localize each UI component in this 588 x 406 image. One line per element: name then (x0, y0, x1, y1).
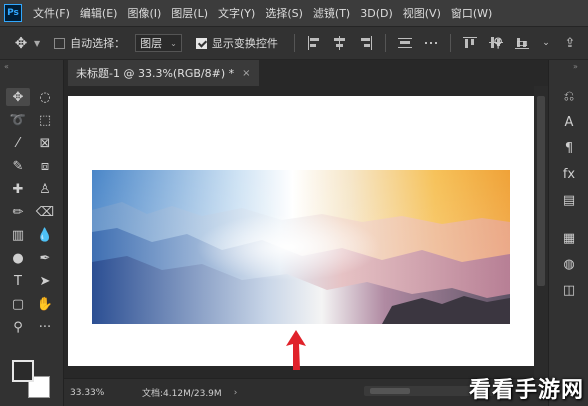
align-top-edges-icon[interactable] (462, 35, 478, 51)
watermark-text: 看看手游网 (468, 378, 584, 403)
show-transform-label: 显示变换控件 (211, 37, 278, 50)
swatches-panel-icon[interactable]: ▦ (558, 228, 580, 248)
hand-tool-icon[interactable]: ✋ (33, 295, 57, 313)
path-select-tool-icon[interactable]: ➤ (33, 272, 57, 290)
properties-panel-icon[interactable]: ▤ (558, 190, 580, 210)
panel-dock: » ⎌ A ¶ fx ▤ ▦ ◍ ◫ (548, 60, 588, 406)
menu-3d[interactable]: 3D(D) (355, 7, 398, 20)
shape-tool-icon[interactable]: ▢ (6, 295, 30, 313)
scrollbar-thumb[interactable] (370, 388, 410, 394)
auto-select-checkbox[interactable] (54, 37, 66, 49)
divider (449, 34, 451, 52)
distribute-icon[interactable] (397, 35, 413, 51)
marquee-tool-icon[interactable]: ◌ (33, 88, 57, 106)
color-panel-icon[interactable]: ◍ (558, 254, 580, 274)
menu-file[interactable]: 文件(F) (28, 5, 75, 21)
auto-select-value: 图层 (140, 37, 163, 50)
divider (293, 34, 295, 52)
align-right-edges-icon[interactable] (358, 35, 374, 51)
color-swatches (12, 360, 52, 400)
move-tool-icon[interactable]: ✥ (6, 88, 30, 106)
scrollbar-thumb[interactable] (537, 96, 545, 286)
tools-panel: « ✥ ◌ ➰ ⬚ ⁄ ⊠ ✎ ⧈ ✚ ♙ ✏ ⌫ ▥ 💧 ● ✒ T ➤ ▢ ✋ ⚲ ··· (0, 60, 64, 406)
search-icon[interactable]: ⚲ (488, 33, 508, 53)
brush-tool-icon[interactable]: ✏ (6, 203, 30, 221)
pen-tool-icon[interactable]: ✒ (33, 249, 57, 267)
eyedropper-tool-icon[interactable]: ✎ (6, 157, 30, 175)
gradient-tool-icon[interactable]: ▥ (6, 226, 30, 244)
divider (384, 34, 386, 52)
magic-wand-tool-icon[interactable]: ⁄ (6, 134, 30, 152)
menu-layer[interactable]: 图层(L) (166, 5, 213, 21)
document-canvas[interactable] (68, 96, 534, 370)
document-tab[interactable]: 未标题-1 @ 33.3%(RGB/8#) * × (68, 60, 259, 86)
menu-edit[interactable]: 编辑(E) (75, 5, 123, 21)
show-transform-checkbox[interactable] (195, 37, 207, 49)
blur-tool-icon[interactable]: 💧 (33, 226, 57, 244)
panel-icons: ⎌ A ¶ fx ▤ ▦ ◍ ◫ (549, 86, 588, 306)
chevron-down-icon[interactable]: ⌄ (536, 33, 556, 53)
stamp-tool-icon[interactable]: ♙ (33, 180, 57, 198)
align-left-edges-icon[interactable] (306, 35, 322, 51)
menu-view[interactable]: 视图(V) (398, 5, 446, 21)
styles-panel-icon[interactable]: fx (558, 164, 580, 184)
align-horizontal-centers-icon[interactable] (332, 35, 348, 51)
workspace-icon[interactable]: ▭ (512, 33, 532, 53)
paragraph-panel-icon[interactable]: ¶ (558, 138, 580, 158)
canvas-area (64, 86, 534, 378)
move-tool-preset-icon[interactable]: ✥ (10, 34, 32, 52)
vertical-scrollbar[interactable] (534, 86, 548, 378)
document-tab-bar: 未标题-1 @ 33.3%(RGB/8#) * × (64, 60, 548, 86)
photoshop-logo-icon[interactable]: Ps (4, 4, 22, 22)
auto-select-dropdown[interactable]: 图层 ⌄ (135, 34, 182, 52)
panel-expand-icon[interactable]: » (573, 62, 578, 71)
menu-filter[interactable]: 滤镜(T) (308, 5, 355, 21)
frame-tool-icon[interactable]: ⧈ (33, 157, 57, 175)
menu-select[interactable]: 选择(S) (260, 5, 308, 21)
chevron-down-icon[interactable]: ▼ (34, 39, 40, 48)
auto-select-label: 自动选择： (70, 37, 126, 50)
layers-panel-icon[interactable]: ◫ (558, 280, 580, 300)
chevron-down-icon: ⌄ (170, 38, 177, 48)
foreground-color-swatch[interactable] (12, 360, 34, 382)
healing-brush-tool-icon[interactable]: ✚ (6, 180, 30, 198)
document-info: 文档:4.12M/23.9M (142, 389, 222, 399)
chevron-right-icon[interactable]: › (234, 388, 238, 398)
panel-collapse-icon[interactable]: « (4, 62, 9, 71)
menu-window[interactable]: 窗口(W) (446, 5, 497, 21)
zoom-level[interactable]: 33.33% (70, 388, 130, 398)
eraser-tool-icon[interactable]: ⌫ (33, 203, 57, 221)
close-icon[interactable]: × (242, 68, 250, 79)
menu-bar: Ps 文件(F) 编辑(E) 图像(I) 图层(L) 文字(Y) 选择(S) 滤… (0, 0, 588, 26)
options-right-group: ⚲ ▭ ⌄ ⇪ (486, 27, 582, 59)
options-bar: ✥ ▼ 自动选择： 图层 ⌄ 显示变换控件 ⚲ ▭ ⌄ ⇪ (0, 26, 588, 60)
menu-type[interactable]: 文字(Y) (213, 5, 260, 21)
red-arrow-annotation (286, 330, 306, 370)
type-tool-icon[interactable]: T (6, 272, 30, 290)
more-tools-icon[interactable]: ··· (33, 318, 57, 336)
history-panel-icon[interactable]: ⎌ (558, 86, 580, 106)
character-panel-icon[interactable]: A (558, 112, 580, 132)
object-select-tool-icon[interactable]: ⬚ (33, 111, 57, 129)
dodge-tool-icon[interactable]: ● (6, 249, 30, 267)
landscape-image (92, 170, 510, 324)
crop-tool-icon[interactable]: ⊠ (33, 134, 57, 152)
zoom-tool-icon[interactable]: ⚲ (6, 318, 30, 336)
lasso-tool-icon[interactable]: ➰ (6, 111, 30, 129)
menu-image[interactable]: 图像(I) (122, 5, 166, 21)
document-tab-title: 未标题-1 @ 33.3%(RGB/8#) * (76, 67, 235, 80)
more-options-icon[interactable] (423, 35, 439, 51)
tools-grid: ✥ ◌ ➰ ⬚ ⁄ ⊠ ✎ ⧈ ✚ ♙ ✏ ⌫ ▥ 💧 ● ✒ T ➤ ▢ ✋ ⚲ ··· (6, 88, 60, 336)
share-icon[interactable]: ⇪ (560, 33, 580, 53)
